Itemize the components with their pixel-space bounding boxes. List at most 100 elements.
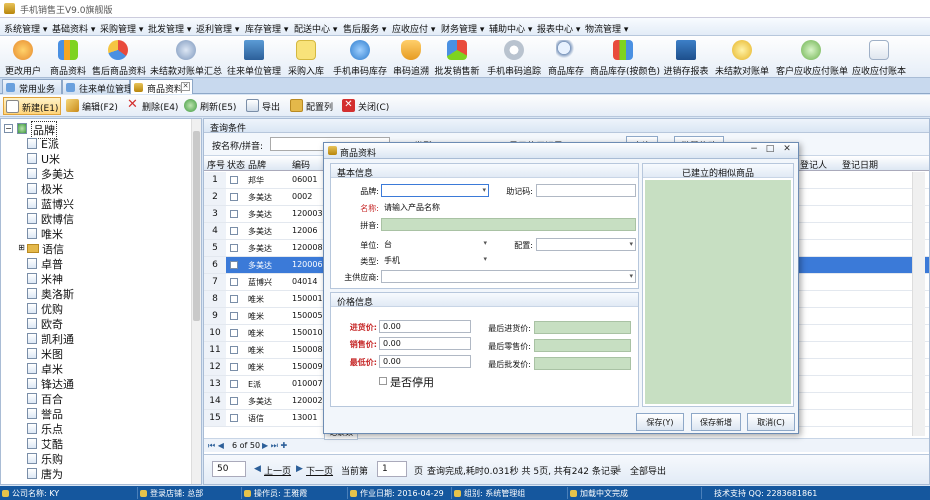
row-checkbox[interactable] bbox=[230, 380, 238, 388]
tab-partner-management[interactable]: 往来单位管理 bbox=[62, 79, 133, 95]
export-all-link[interactable]: 全部导出 bbox=[630, 464, 666, 477]
row-checkbox[interactable] bbox=[230, 176, 238, 184]
close-button[interactable]: ✕ 关闭(C) bbox=[340, 97, 392, 115]
row-checkbox[interactable] bbox=[230, 261, 238, 269]
column-brand[interactable]: 品牌 bbox=[248, 158, 266, 171]
cancel-button[interactable]: 取消(C) bbox=[747, 413, 795, 431]
supplier-combo[interactable]: ▾ bbox=[381, 270, 636, 283]
column-registrant[interactable]: 登记人 bbox=[800, 158, 827, 171]
type-combo[interactable]: 手机 ▾ bbox=[381, 254, 489, 267]
tree-scrollbar[interactable] bbox=[191, 119, 201, 484]
refresh-button[interactable]: 刷新(E5) bbox=[182, 97, 236, 115]
menu-distribution[interactable]: 配送中心 ▾ bbox=[294, 22, 337, 35]
sale-price-field[interactable]: 0.00 bbox=[379, 337, 471, 350]
menu-basic-data[interactable]: 基础资料 ▾ bbox=[52, 22, 95, 35]
toolbar-imei-trace[interactable]: 串码追溯 bbox=[393, 38, 429, 77]
nav-first-icon[interactable]: ⏮ ◀ bbox=[208, 441, 224, 451]
purchase-price-field[interactable]: 0.00 bbox=[379, 320, 471, 333]
export-button[interactable]: 导出 bbox=[244, 97, 282, 115]
collapse-icon[interactable]: − bbox=[4, 124, 13, 133]
toolbar-wholesale-new[interactable]: 批发销售新 bbox=[434, 38, 480, 77]
toolbar-unsettled-summary[interactable]: 未结款对账单汇总 bbox=[150, 38, 222, 77]
menu-rebate[interactable]: 返利管理 ▾ bbox=[196, 22, 239, 35]
menu-after-sales[interactable]: 售后服务 ▾ bbox=[343, 22, 386, 35]
config-columns-button[interactable]: 配置列 bbox=[288, 97, 336, 115]
close-icon[interactable]: ✕ bbox=[181, 82, 190, 91]
name-field[interactable]: 请输入产品名称 bbox=[381, 201, 636, 214]
toolbar-imei-stock[interactable]: 手机串码库存 bbox=[330, 38, 390, 77]
row-index: 9 bbox=[204, 308, 226, 324]
toolbar-imei-track[interactable]: 手机串码追踪 bbox=[485, 38, 543, 77]
tab-product-data[interactable]: 商品资料 ✕ bbox=[130, 79, 193, 95]
menu-assist[interactable]: 辅助中心 ▾ bbox=[489, 22, 532, 35]
menu-logistics[interactable]: 物流管理 ▾ bbox=[585, 22, 628, 35]
menu-wholesale[interactable]: 批发管理 ▾ bbox=[148, 22, 191, 35]
column-code[interactable]: 编码 bbox=[292, 158, 310, 171]
column-index[interactable]: 序号 bbox=[207, 158, 225, 171]
maximize-icon[interactable]: □ bbox=[764, 144, 776, 156]
menu-inventory[interactable]: 库存管理 ▾ bbox=[245, 22, 288, 35]
row-checkbox[interactable] bbox=[230, 193, 238, 201]
page-size-select[interactable]: 50 bbox=[212, 461, 246, 477]
toolbar-partner-management[interactable]: 往来单位管理 bbox=[226, 38, 282, 77]
next-page-link[interactable]: 下一页 bbox=[306, 464, 333, 477]
column-reg-date[interactable]: 登记日期 bbox=[842, 158, 878, 171]
prev-page-icon[interactable]: ◀ bbox=[254, 464, 261, 474]
toolbar-ledger[interactable]: 应收应付账本 bbox=[852, 38, 906, 77]
brand-combo[interactable]: ▾ bbox=[381, 184, 489, 197]
toolbar-aftersale-product[interactable]: 售后商品资料 bbox=[92, 38, 146, 77]
toolbar-stock-report[interactable]: 进销存报表 bbox=[663, 38, 709, 77]
toolbar-stock-by-color[interactable]: 商品库存(按颜色) bbox=[590, 38, 660, 77]
config-combo[interactable]: ▾ bbox=[536, 238, 636, 251]
toolbar-unsettled-statement[interactable]: 未结款对账单 bbox=[715, 38, 769, 77]
new-button[interactable]: 新建(E1) bbox=[3, 97, 61, 115]
toolbar-purchase-in[interactable]: 采购入库 bbox=[286, 38, 326, 77]
row-checkbox[interactable] bbox=[230, 397, 238, 405]
prev-page-link[interactable]: 上一页 bbox=[264, 464, 291, 477]
menu-system[interactable]: 系统管理 ▾ bbox=[4, 22, 47, 35]
nav-last-icon[interactable]: ▶ ⏭ ✚ bbox=[262, 441, 287, 451]
column-status[interactable]: 状态 bbox=[227, 158, 245, 171]
min-price-field[interactable]: 0.00 bbox=[379, 355, 471, 368]
toolbar-change-user[interactable]: 更改用户 bbox=[4, 38, 42, 77]
document-icon bbox=[27, 228, 37, 239]
row-checkbox[interactable] bbox=[230, 329, 238, 337]
toolbar-customer-bill[interactable]: 客户应收应付账单 bbox=[776, 38, 848, 77]
grid-scrollbar[interactable] bbox=[912, 172, 925, 436]
close-icon[interactable]: ✕ bbox=[781, 144, 793, 156]
toolbar-product-stock[interactable]: 商品库存 bbox=[546, 38, 586, 77]
menu-receivables[interactable]: 应收应付 ▾ bbox=[392, 22, 435, 35]
pinyin-field[interactable] bbox=[381, 218, 636, 231]
next-page-icon[interactable]: ▶ bbox=[296, 464, 303, 474]
tab-common-business[interactable]: 常用业务 bbox=[2, 79, 62, 95]
menu-purchase[interactable]: 采购管理 ▾ bbox=[100, 22, 143, 35]
row-checkbox[interactable] bbox=[230, 312, 238, 320]
row-checkbox[interactable] bbox=[230, 414, 238, 422]
row-checkbox[interactable] bbox=[230, 244, 238, 252]
folder-icon bbox=[66, 83, 75, 92]
row-checkbox[interactable] bbox=[230, 227, 238, 235]
scrollbar-thumb[interactable] bbox=[193, 131, 200, 321]
minimize-icon[interactable]: − bbox=[748, 144, 760, 156]
nav-position: 6 of 50 bbox=[232, 441, 261, 450]
delete-button[interactable]: ✕ 删除(E4) bbox=[124, 97, 178, 115]
disabled-checkbox[interactable] bbox=[379, 377, 387, 385]
save-button[interactable]: 保存(Y) bbox=[636, 413, 684, 431]
row-checkbox[interactable] bbox=[230, 278, 238, 286]
row-checkbox[interactable] bbox=[230, 363, 238, 371]
row-checkbox[interactable] bbox=[230, 346, 238, 354]
toolbar-product-data[interactable]: 商品资料 bbox=[48, 38, 88, 77]
export-all-icon[interactable]: ⤓ bbox=[617, 464, 621, 474]
similar-products-list[interactable] bbox=[645, 180, 791, 404]
row-checkbox[interactable] bbox=[230, 210, 238, 218]
menu-reports[interactable]: 报表中心 ▾ bbox=[537, 22, 580, 35]
unit-combo[interactable]: 台 ▾ bbox=[381, 238, 489, 251]
expand-icon[interactable]: ⊞ bbox=[17, 244, 26, 253]
menu-finance[interactable]: 财务管理 ▾ bbox=[441, 22, 484, 35]
helpcode-field[interactable] bbox=[536, 184, 636, 197]
tree-root-brand[interactable]: − 品牌 bbox=[4, 121, 84, 139]
row-checkbox[interactable] bbox=[230, 295, 238, 303]
current-page-input[interactable]: 1 bbox=[377, 461, 407, 477]
save-new-button[interactable]: 保存新增 bbox=[691, 413, 741, 431]
edit-button[interactable]: 编辑(F2) bbox=[64, 97, 118, 115]
